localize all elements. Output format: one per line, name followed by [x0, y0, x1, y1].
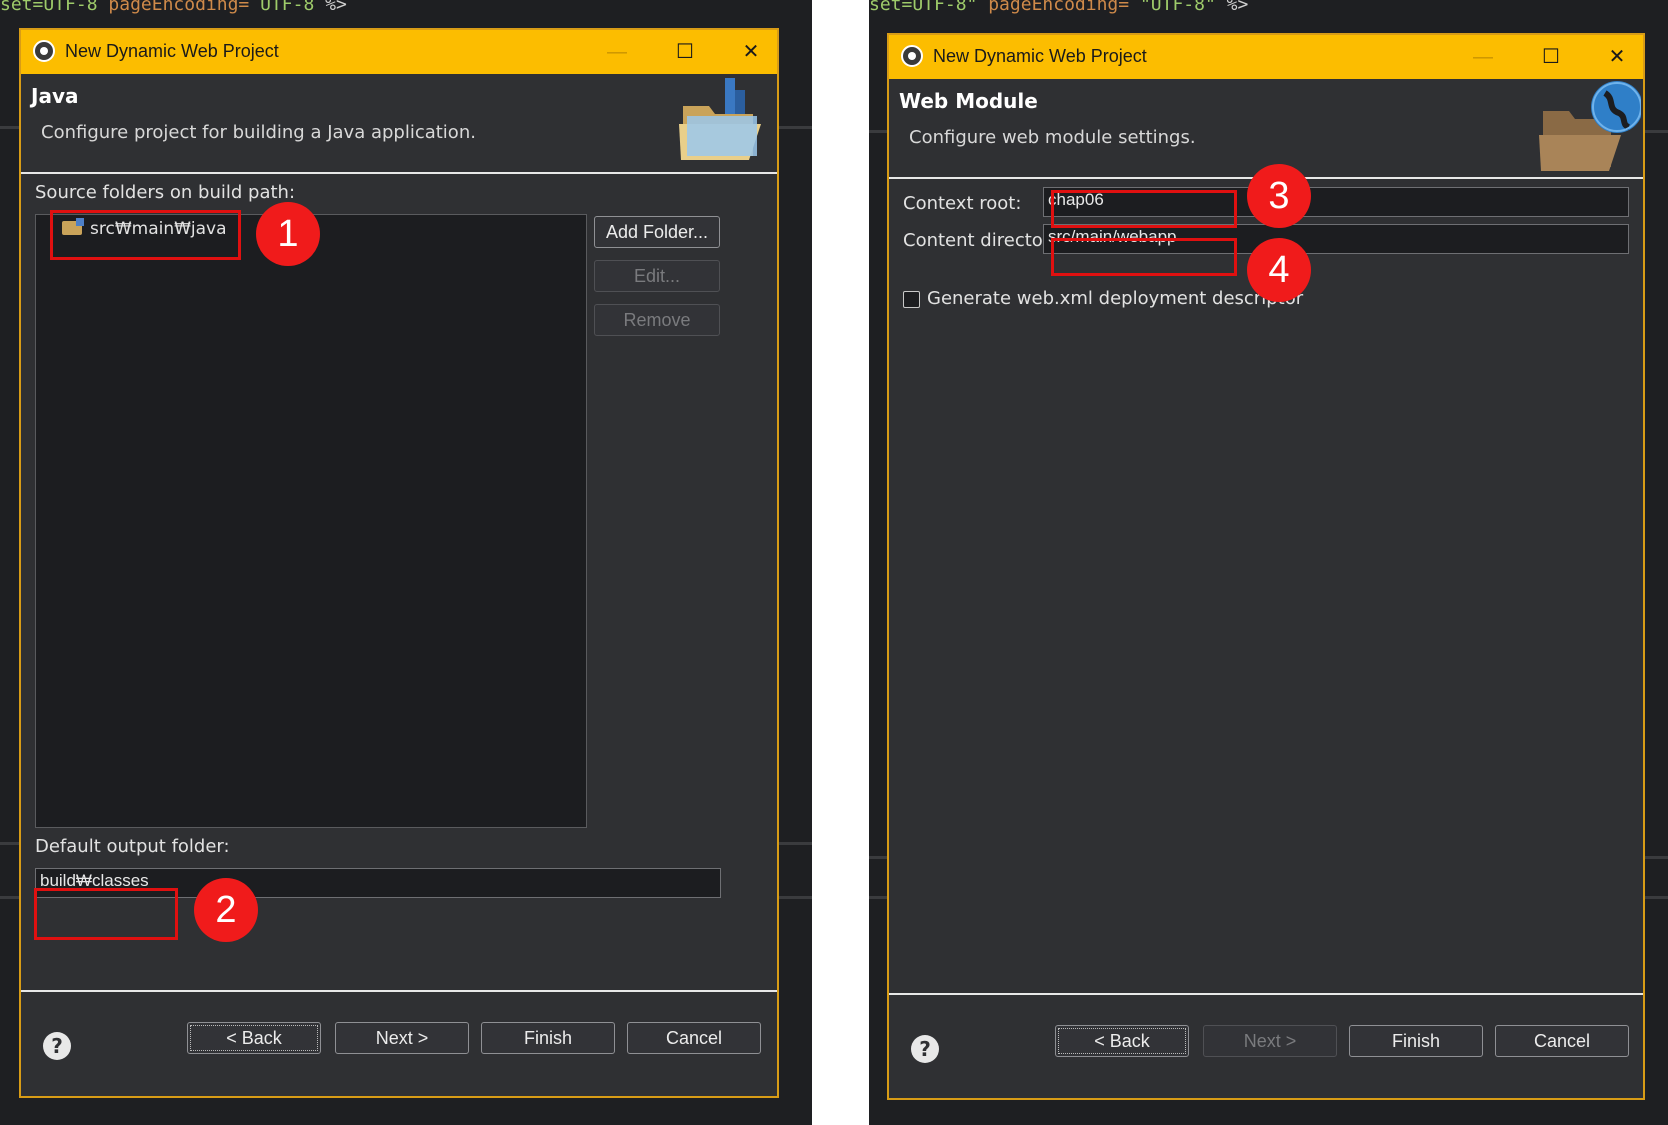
dialog-titlebar[interactable]: New Dynamic Web Project — ☐ ✕	[21, 30, 777, 74]
close-icon[interactable]: ✕	[1597, 39, 1637, 75]
page-description: Configure web module settings.	[909, 127, 1196, 148]
web-module-folder-icon	[1539, 81, 1641, 171]
highlight-box-output-folder	[34, 888, 178, 940]
remove-button[interactable]: Remove	[594, 304, 720, 336]
highlight-box-source-folder	[50, 210, 241, 260]
content-directory-label: Content directory:	[903, 230, 1066, 251]
annotation-badge-3: 3	[1247, 164, 1311, 228]
maximize-icon[interactable]: ☐	[665, 34, 705, 70]
left-screenshot-panel: set=UTF-8 pageEncoding= UTF-8 %> New Dyn…	[0, 0, 812, 1125]
wizard-header: Java Configure project for building a Ja…	[21, 74, 777, 172]
page-title: Web Module	[899, 89, 1038, 113]
eclipse-app-icon	[901, 45, 923, 67]
right-screenshot-panel: set=UTF-8" pageEncoding= "UTF-8" %> New …	[869, 0, 1668, 1125]
add-folder-button[interactable]: Add Folder...	[594, 216, 720, 248]
back-button[interactable]: < Back	[1055, 1025, 1189, 1057]
window-title: New Dynamic Web Project	[933, 46, 1147, 66]
source-folders-tree[interactable]: src₩main₩java	[35, 214, 587, 828]
help-icon[interactable]: ?	[43, 1032, 71, 1060]
maximize-icon[interactable]: ☐	[1531, 39, 1571, 75]
background-code-line: set=UTF-8 pageEncoding= UTF-8 %>	[0, 0, 347, 15]
close-icon[interactable]: ✕	[731, 34, 771, 70]
java-folder-icon	[679, 78, 761, 160]
finish-button[interactable]: Finish	[1349, 1025, 1483, 1057]
highlight-box-context-root	[1051, 190, 1237, 228]
cancel-button[interactable]: Cancel	[1495, 1025, 1629, 1057]
generate-webxml-checkbox[interactable]	[903, 291, 920, 308]
output-folder-label: Default output folder:	[35, 836, 230, 857]
cancel-button[interactable]: Cancel	[627, 1022, 761, 1054]
next-button[interactable]: Next >	[1203, 1025, 1337, 1057]
wizard-header: Web Module Configure web module settings…	[889, 79, 1643, 177]
generate-webxml-label[interactable]: Generate web.xml deployment descriptor	[927, 288, 1303, 309]
header-separator	[21, 172, 777, 174]
footer-separator	[889, 993, 1643, 995]
annotation-badge-4: 4	[1247, 238, 1311, 302]
annotation-badge-1: 1	[256, 202, 320, 266]
minimize-icon[interactable]: —	[1463, 39, 1503, 75]
page-description: Configure project for building a Java ap…	[41, 122, 476, 143]
footer-separator	[21, 990, 777, 992]
window-title: New Dynamic Web Project	[65, 41, 279, 61]
eclipse-app-icon	[33, 40, 55, 62]
help-icon[interactable]: ?	[911, 1035, 939, 1063]
annotation-badge-2: 2	[194, 878, 258, 942]
minimize-icon[interactable]: —	[597, 34, 637, 70]
background-code-line: set=UTF-8" pageEncoding= "UTF-8" %>	[869, 0, 1249, 15]
back-button[interactable]: < Back	[187, 1022, 321, 1054]
dialog-titlebar[interactable]: New Dynamic Web Project — ☐ ✕	[889, 35, 1643, 79]
context-root-label: Context root:	[903, 193, 1022, 214]
highlight-box-content-directory	[1051, 238, 1237, 276]
edit-button[interactable]: Edit...	[594, 260, 720, 292]
finish-button[interactable]: Finish	[481, 1022, 615, 1054]
next-button[interactable]: Next >	[335, 1022, 469, 1054]
source-folders-label: Source folders on build path:	[35, 182, 296, 203]
page-title: Java	[31, 84, 79, 108]
